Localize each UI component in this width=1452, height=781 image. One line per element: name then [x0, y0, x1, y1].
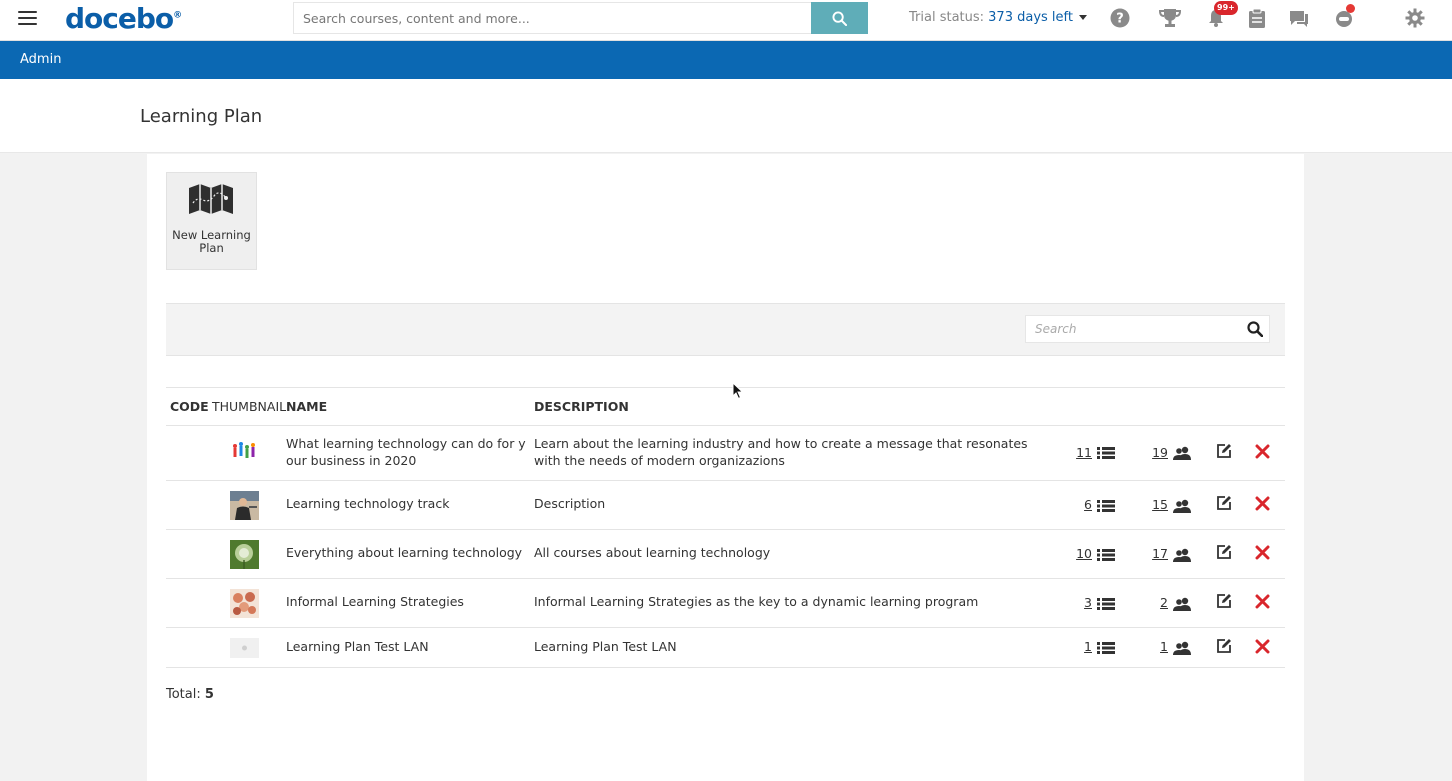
- chat-icon[interactable]: [1288, 7, 1310, 29]
- row-name[interactable]: Everything about learning technology: [286, 544, 530, 561]
- notifications-bell-icon[interactable]: 99+: [1205, 1, 1238, 29]
- users-count-link[interactable]: 19: [1138, 445, 1168, 460]
- column-header-name[interactable]: NAME: [286, 399, 327, 414]
- row-thumbnail[interactable]: [230, 540, 259, 569]
- global-search: [293, 2, 868, 34]
- row-thumbnail[interactable]: [230, 589, 259, 618]
- row-description: Description: [534, 496, 606, 511]
- users-group-icon[interactable]: [1172, 596, 1192, 612]
- row-description: Learning Plan Test LAN: [534, 639, 677, 654]
- users-group-icon[interactable]: [1172, 547, 1192, 563]
- edit-icon[interactable]: [1214, 637, 1234, 655]
- row-name[interactable]: Learning Plan Test LAN: [286, 638, 530, 655]
- delete-icon[interactable]: [1252, 543, 1272, 561]
- courses-list-icon[interactable]: [1096, 640, 1116, 656]
- row-thumbnail[interactable]: [230, 638, 259, 658]
- edit-icon[interactable]: [1214, 543, 1234, 561]
- column-header-description[interactable]: DESCRIPTION: [534, 399, 629, 414]
- help-icon[interactable]: ?: [1109, 7, 1131, 29]
- total-count: Total: 5: [166, 687, 214, 702]
- caret-down-icon: [1078, 15, 1087, 20]
- delete-icon[interactable]: [1252, 637, 1272, 655]
- row-description: All courses about learning technology: [534, 545, 771, 560]
- delete-icon[interactable]: [1252, 592, 1272, 610]
- page-title: Learning Plan: [140, 106, 263, 127]
- global-search-button[interactable]: [811, 2, 868, 34]
- row-thumbnail[interactable]: [230, 437, 259, 466]
- content-panel: New Learning Plan CODE THUMBNAIL NAME DE…: [147, 154, 1304, 781]
- filter-bar: [166, 303, 1285, 356]
- table-row: Everything about learning technology All…: [166, 530, 1285, 579]
- notifications-badge: 99+: [1214, 1, 1238, 15]
- new-learning-plan-label: New Learning Plan: [172, 228, 251, 255]
- global-search-input[interactable]: [293, 2, 811, 34]
- mouse-cursor-icon: [732, 382, 744, 400]
- courses-list-icon[interactable]: [1096, 445, 1116, 461]
- courses-count-link[interactable]: 11: [1062, 445, 1092, 460]
- page-header: Learning Plan: [0, 79, 1452, 153]
- column-header-code[interactable]: CODE: [170, 399, 209, 414]
- presenter-thumbnail-icon: [230, 491, 259, 520]
- menu-icon[interactable]: [18, 11, 37, 25]
- users-group-icon[interactable]: [1172, 640, 1192, 656]
- docebo-logo[interactable]: docebo®: [65, 2, 182, 35]
- delete-icon[interactable]: [1252, 442, 1272, 460]
- learning-plans-table: CODE THUMBNAIL NAME DESCRIPTION What lea…: [166, 387, 1285, 668]
- users-group-icon[interactable]: [1172, 498, 1192, 514]
- group-hands-thumbnail-icon: [230, 589, 259, 618]
- delete-icon[interactable]: [1252, 494, 1272, 512]
- table-row: Learning Plan Test LAN Learning Plan Tes…: [166, 628, 1285, 668]
- map-icon: [189, 184, 233, 214]
- people-thumbnail-icon: [230, 437, 259, 466]
- courses-count-link[interactable]: 10: [1062, 546, 1092, 561]
- courses-list-icon[interactable]: [1096, 596, 1116, 612]
- top-navigation-bar: docebo® Trial status: 373 days left ? 99…: [0, 0, 1452, 41]
- courses-count-link[interactable]: 3: [1062, 595, 1092, 610]
- users-count-link[interactable]: 2: [1138, 595, 1168, 610]
- table-search-button[interactable]: [1241, 316, 1269, 342]
- table-row: Informal Learning Strategies Informal Le…: [166, 579, 1285, 628]
- row-name[interactable]: Informal Learning Strategies: [286, 593, 530, 610]
- edit-icon[interactable]: [1214, 442, 1234, 460]
- table-header: CODE THUMBNAIL NAME DESCRIPTION: [166, 387, 1285, 426]
- trophy-icon[interactable]: [1159, 7, 1181, 29]
- svg-text:?: ?: [1116, 12, 1124, 27]
- gamification-icon[interactable]: [1333, 4, 1355, 29]
- row-description: Learn about the learning industry and ho…: [534, 436, 1028, 468]
- admin-link[interactable]: Admin: [20, 52, 61, 67]
- edit-icon[interactable]: [1214, 592, 1234, 610]
- new-learning-plan-button[interactable]: New Learning Plan: [166, 172, 257, 270]
- users-count-link[interactable]: 1: [1138, 639, 1168, 654]
- placeholder-image-icon: [230, 638, 259, 658]
- row-name[interactable]: Learning technology track: [286, 495, 530, 512]
- courses-list-icon[interactable]: [1096, 547, 1116, 563]
- table-row: Learning technology track Description 6 …: [166, 481, 1285, 530]
- row-description: Informal Learning Strategies as the key …: [534, 594, 979, 609]
- clipboard-icon[interactable]: [1246, 7, 1268, 29]
- search-icon: [832, 10, 847, 26]
- table-search: [1025, 315, 1270, 343]
- table-row: What learning technology can do for your…: [166, 426, 1285, 481]
- courses-list-icon[interactable]: [1096, 498, 1116, 514]
- edit-icon[interactable]: [1214, 494, 1234, 512]
- row-thumbnail[interactable]: [230, 491, 259, 520]
- users-group-icon[interactable]: [1172, 445, 1192, 461]
- search-icon: [1247, 321, 1263, 337]
- unread-dot: [1346, 4, 1355, 13]
- row-name[interactable]: What learning technology can do for your…: [286, 435, 530, 469]
- courses-count-link[interactable]: 1: [1062, 639, 1092, 654]
- courses-count-link[interactable]: 6: [1062, 497, 1092, 512]
- users-count-link[interactable]: 17: [1138, 546, 1168, 561]
- admin-bar: Admin: [0, 41, 1452, 79]
- users-count-link[interactable]: 15: [1138, 497, 1168, 512]
- settings-gear-icon[interactable]: [1404, 7, 1426, 29]
- table-search-input[interactable]: [1026, 316, 1241, 342]
- dandelion-thumbnail-icon: [230, 540, 259, 569]
- column-header-thumbnail: THUMBNAIL: [212, 399, 287, 414]
- trial-status-dropdown[interactable]: Trial status: 373 days left: [909, 10, 1087, 25]
